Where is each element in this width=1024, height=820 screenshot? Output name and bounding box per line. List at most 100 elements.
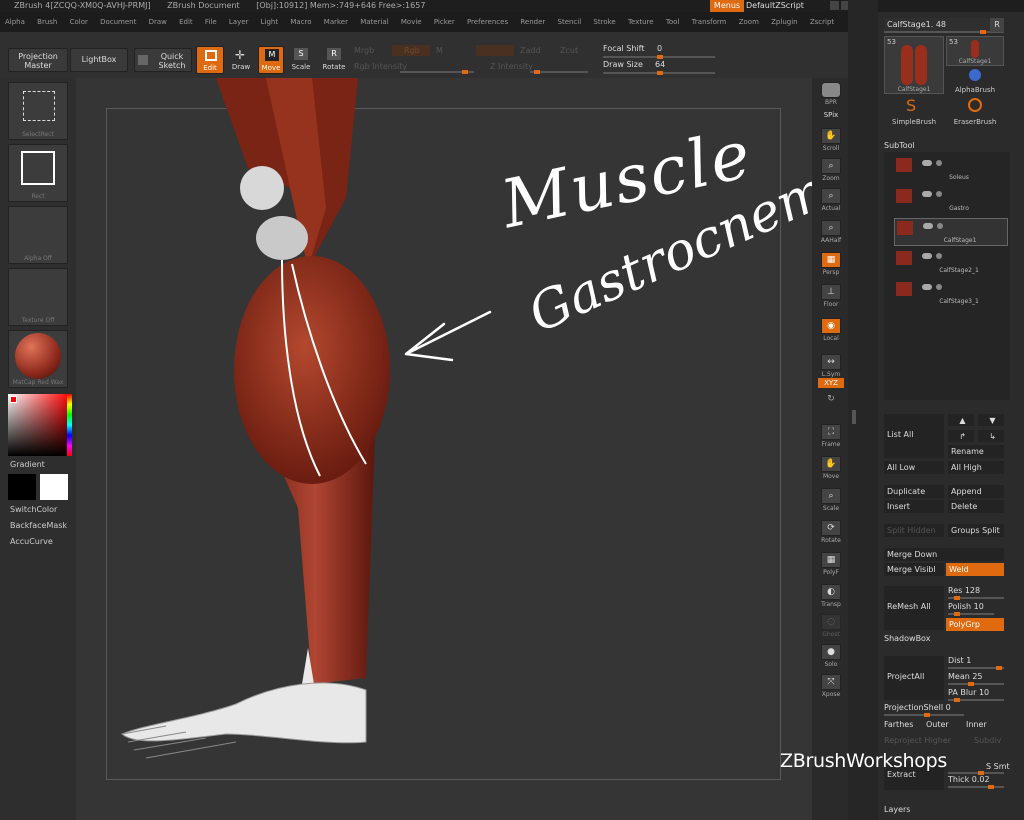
- all-low-button[interactable]: All Low: [884, 461, 944, 474]
- subtool-item-gastro[interactable]: Gastro: [894, 187, 1008, 215]
- quick-sketch-button[interactable]: Quick Sketch: [134, 48, 192, 72]
- insert-button[interactable]: Insert: [884, 500, 944, 513]
- menu-layer[interactable]: Layer: [229, 18, 249, 26]
- pa-blur-slider[interactable]: [948, 698, 1004, 702]
- select-rect-button[interactable]: SelectRect: [8, 82, 68, 140]
- default-zscript[interactable]: DefaultZScript: [746, 0, 824, 12]
- menu-light[interactable]: Light: [261, 18, 278, 26]
- move-up-icon[interactable]: ▲: [948, 414, 974, 426]
- menu-picker[interactable]: Picker: [434, 18, 455, 26]
- visibility-eye-icon[interactable]: [922, 191, 932, 197]
- move-bottom-icon[interactable]: ↳: [978, 430, 1004, 442]
- scale-view-button[interactable]: ⌕ Scale: [818, 488, 844, 516]
- s-smt-slider[interactable]: [948, 771, 1004, 775]
- subdiv-button[interactable]: Subdiv: [974, 736, 1001, 745]
- list-all-button[interactable]: List All: [884, 414, 944, 458]
- inner-button[interactable]: Inner: [966, 720, 987, 729]
- mean-slider-label[interactable]: Mean 25: [948, 672, 983, 681]
- r-button[interactable]: R: [990, 18, 1004, 32]
- color-picker[interactable]: [8, 394, 72, 456]
- z-intensity-slider[interactable]: [530, 70, 588, 74]
- rgb-button[interactable]: Rgb: [404, 46, 420, 55]
- thick-slider[interactable]: [948, 785, 1004, 789]
- menu-zoom[interactable]: Zoom: [739, 18, 759, 26]
- dist-slider-label[interactable]: Dist 1: [948, 656, 971, 665]
- polish-slider-label[interactable]: Polish 10: [948, 602, 984, 611]
- ghost-button[interactable]: ◌ Ghost: [818, 614, 844, 642]
- rect-stroke-button[interactable]: Rect: [8, 144, 68, 202]
- menu-transform[interactable]: Transform: [692, 18, 727, 26]
- menu-zscript[interactable]: Zscript: [810, 18, 834, 26]
- res-slider-label[interactable]: Res 128: [948, 586, 980, 595]
- lightbox-button[interactable]: LightBox: [70, 48, 128, 72]
- rgb-intensity-label[interactable]: Rgb Intensity: [354, 62, 407, 71]
- duplicate-button[interactable]: Duplicate: [884, 485, 944, 498]
- weld-toggle[interactable]: Weld: [946, 563, 1004, 576]
- rotate-view-button[interactable]: ⟳ Rotate: [818, 520, 844, 548]
- tool-thumbnail-second[interactable]: 53 CalfStage1: [946, 36, 1004, 66]
- edit-button[interactable]: Edit: [196, 46, 224, 74]
- menu-material[interactable]: Material: [360, 18, 388, 26]
- visibility-eye-icon[interactable]: [923, 223, 933, 229]
- menu-stroke[interactable]: Stroke: [593, 18, 615, 26]
- m-button[interactable]: M: [436, 46, 443, 55]
- zcut-label[interactable]: Zcut: [560, 46, 578, 55]
- menu-color[interactable]: Color: [70, 18, 88, 26]
- menu-draw[interactable]: Draw: [149, 18, 167, 26]
- xyz-button[interactable]: XYZ: [818, 378, 844, 392]
- polyf-button[interactable]: ▦ PolyF: [818, 552, 844, 580]
- frame-button[interactable]: ⛶ Frame: [818, 424, 844, 452]
- visibility-eye-icon[interactable]: [922, 253, 932, 259]
- zadd-button[interactable]: Zadd: [520, 46, 541, 55]
- material-button[interactable]: MatCap Red Wax: [8, 330, 68, 388]
- menu-render[interactable]: Render: [520, 18, 545, 26]
- backface-mask-button[interactable]: BackfaceMask: [10, 521, 67, 530]
- polypaint-icon[interactable]: [936, 191, 942, 197]
- actual-button[interactable]: ⌕ Actual: [818, 188, 844, 216]
- aahalf-button[interactable]: ⌕ AAHalf: [818, 220, 844, 248]
- farthest-button[interactable]: Farthes: [884, 720, 913, 729]
- rotate-axis-buttons[interactable]: ↻: [818, 394, 844, 418]
- dist-slider[interactable]: [948, 666, 1004, 670]
- reproject-higher-button[interactable]: Reproject Higher: [884, 736, 951, 745]
- draw-size-slider[interactable]: [603, 71, 715, 75]
- draw-button[interactable]: ✛ Draw: [228, 46, 254, 74]
- rotate-button[interactable]: R Rotate: [320, 46, 348, 74]
- accucurve-button[interactable]: AccuCurve: [10, 537, 53, 546]
- merge-down-button[interactable]: Merge Down: [884, 548, 1004, 561]
- main-color-swatch[interactable]: [8, 474, 36, 500]
- alpha-button[interactable]: Alpha Off: [8, 206, 68, 264]
- visibility-eye-icon[interactable]: [922, 284, 932, 290]
- project-all-button[interactable]: ProjectAll: [884, 656, 944, 700]
- hue-bar[interactable]: [67, 394, 72, 456]
- spix-button[interactable]: SPix: [818, 110, 844, 124]
- menu-edit[interactable]: Edit: [179, 18, 193, 26]
- simplebrush-tool[interactable]: S SimpleBrush: [884, 98, 944, 128]
- alphabrush-tool[interactable]: AlphaBrush: [946, 68, 1004, 96]
- menu-file[interactable]: File: [205, 18, 217, 26]
- subtool-item-calfstage1[interactable]: CalfStage1: [894, 218, 1008, 246]
- outer-button[interactable]: Outer: [926, 720, 949, 729]
- nav-left-icon[interactable]: [830, 1, 839, 10]
- groups-split-button[interactable]: Groups Split: [948, 524, 1004, 537]
- projection-shell-label[interactable]: ProjectionShell 0: [884, 703, 951, 712]
- zoom-button[interactable]: ⌕ Zoom: [818, 158, 844, 186]
- move-top-icon[interactable]: ↱: [948, 430, 974, 442]
- local-button[interactable]: ◉ Local: [818, 318, 844, 346]
- xpose-button[interactable]: ⤧ Xpose: [818, 674, 844, 702]
- menu-zplugin[interactable]: Zplugin: [771, 18, 797, 26]
- menu-texture[interactable]: Texture: [628, 18, 654, 26]
- polypaint-icon[interactable]: [937, 223, 943, 229]
- res-slider[interactable]: [948, 596, 1004, 600]
- transp-button[interactable]: ◐ Transp: [818, 584, 844, 612]
- projection-master-button[interactable]: Projection Master: [8, 48, 68, 72]
- current-tool-name[interactable]: CalfStage1. 48: [884, 18, 1004, 32]
- subtool-item-calfstage2[interactable]: CalfStage2_1: [894, 249, 1008, 277]
- shadowbox-button[interactable]: ShadowBox: [884, 634, 930, 643]
- polish-slider[interactable]: [948, 612, 994, 616]
- rgb-intensity-slider[interactable]: [400, 70, 474, 74]
- eraserbrush-tool[interactable]: EraserBrush: [946, 98, 1004, 128]
- menus-toggle[interactable]: Menus: [710, 0, 744, 12]
- move-down-icon[interactable]: ▼: [978, 414, 1004, 426]
- pa-blur-slider-label[interactable]: PA Blur 10: [948, 688, 989, 697]
